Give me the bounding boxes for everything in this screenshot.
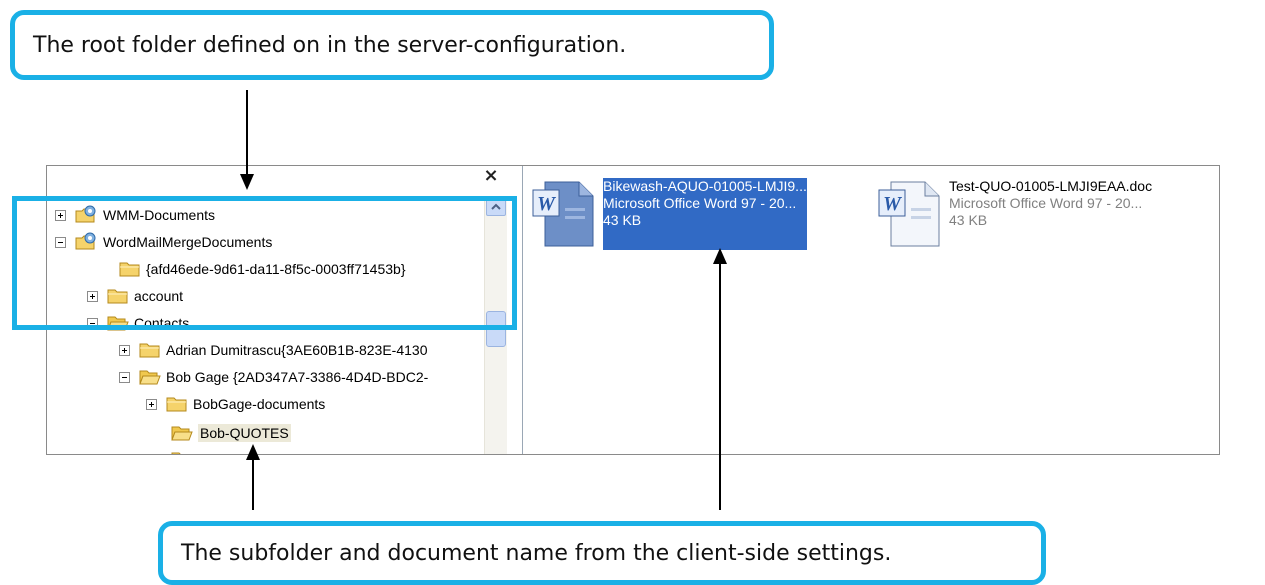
file-size: 43 KB — [603, 212, 642, 228]
chevron-up-icon — [491, 203, 501, 210]
file-type: Microsoft Office Word 97 - 20... — [949, 195, 1143, 211]
callout-subfolder-document: The subfolder and document name from the… — [158, 521, 1046, 585]
scroll-up-button[interactable] — [486, 196, 506, 216]
collapse-minus-icon[interactable] — [55, 236, 66, 248]
word-document-icon: W — [877, 178, 949, 250]
tree-item-bob-quotes[interactable]: Bob-QUOTES — [171, 421, 291, 445]
tree-item-label: BobGage-documents — [193, 396, 326, 412]
tree-item-label: account — [134, 288, 184, 304]
folder-open-icon — [171, 424, 193, 442]
folder-icon — [166, 395, 188, 413]
expand-plus-icon[interactable] — [119, 344, 130, 356]
tree-item-label: Adrian Dumitrascu{3AE60B1B-823E-4130 — [166, 342, 428, 358]
expand-plus-icon[interactable] — [87, 290, 98, 302]
collapse-minus-icon[interactable] — [119, 371, 130, 383]
expand-plus-icon[interactable] — [146, 398, 157, 410]
folder-icon — [139, 341, 161, 359]
callout-subfolder-document-text: The subfolder and document name from the… — [181, 540, 892, 566]
svg-text:W: W — [883, 193, 902, 215]
tree-item-label: Bob Gage {2AD347A7-3386-4D4D-BDC2- — [166, 369, 429, 385]
tree-item-wmm-documents[interactable]: WMM-Documents — [55, 203, 215, 227]
tree-item-label: WMM-Documents — [103, 207, 216, 223]
gear-folder-icon — [75, 205, 97, 225]
tree-scrollbar[interactable] — [484, 196, 507, 454]
folder-tree-pane: × WMM-Documents WordMailMergeDocuments {… — [47, 166, 523, 454]
tree-item-label: Bob-QUOTES — [198, 424, 291, 442]
file-details: Test-QUO-01005-LMJI9EAA.doc Microsoft Of… — [949, 178, 1152, 250]
folder-icon — [119, 260, 141, 278]
callout-root-folder-text: The root folder defined on in the server… — [33, 32, 627, 58]
tree-item-wordmailmergedocuments[interactable]: WordMailMergeDocuments — [55, 230, 272, 254]
scroll-thumb[interactable] — [486, 311, 506, 347]
tree-item-bobgage-documents[interactable]: BobGage-documents — [146, 392, 325, 416]
gear-folder-icon — [75, 232, 97, 252]
word-document-icon: W — [531, 178, 603, 250]
collapse-minus-icon[interactable] — [87, 317, 98, 329]
folder-open-icon — [139, 368, 161, 386]
tree-item-label: WordMailMergeDocuments — [103, 234, 273, 250]
folder-icon-partial — [171, 450, 193, 454]
tree-item-label: {afd46ede-9d61-da11-8f5c-0003ff71453b} — [146, 261, 406, 277]
file-name: Test-QUO-01005-LMJI9EAA.doc — [949, 178, 1153, 194]
explorer-window: × WMM-Documents WordMailMergeDocuments {… — [46, 165, 1220, 455]
file-item-bikewash[interactable]: W Bikewash-AQUO-01005-LMJI9... Microsoft… — [531, 178, 807, 250]
svg-text:W: W — [537, 193, 556, 215]
file-item-test-quo[interactable]: W Test-QUO-01005-LMJI9EAA.doc Microsoft … — [877, 178, 1152, 250]
tree-item-label: Contacts — [134, 315, 190, 331]
folder-icon — [107, 287, 129, 305]
callout-root-folder: The root folder defined on in the server… — [10, 10, 774, 80]
file-size: 43 KB — [949, 212, 988, 228]
file-type: Microsoft Office Word 97 - 20... — [603, 195, 797, 211]
tree-item-guid-folder[interactable]: {afd46ede-9d61-da11-8f5c-0003ff71453b} — [119, 257, 406, 281]
tree-item-contacts[interactable]: Contacts — [87, 311, 189, 335]
close-pane-icon[interactable]: × — [481, 166, 501, 186]
tree-item-bob-gage[interactable]: Bob Gage {2AD347A7-3386-4D4D-BDC2- — [119, 365, 428, 389]
folder-open-icon — [107, 314, 129, 332]
tree-item-account[interactable]: account — [87, 284, 183, 308]
tree-item-adrian-dumitrascu[interactable]: Adrian Dumitrascu{3AE60B1B-823E-4130 — [119, 338, 428, 362]
expand-plus-icon[interactable] — [55, 209, 66, 221]
file-details: Bikewash-AQUO-01005-LMJI9... Microsoft O… — [603, 178, 807, 250]
file-name: Bikewash-AQUO-01005-LMJI9... — [603, 178, 807, 194]
